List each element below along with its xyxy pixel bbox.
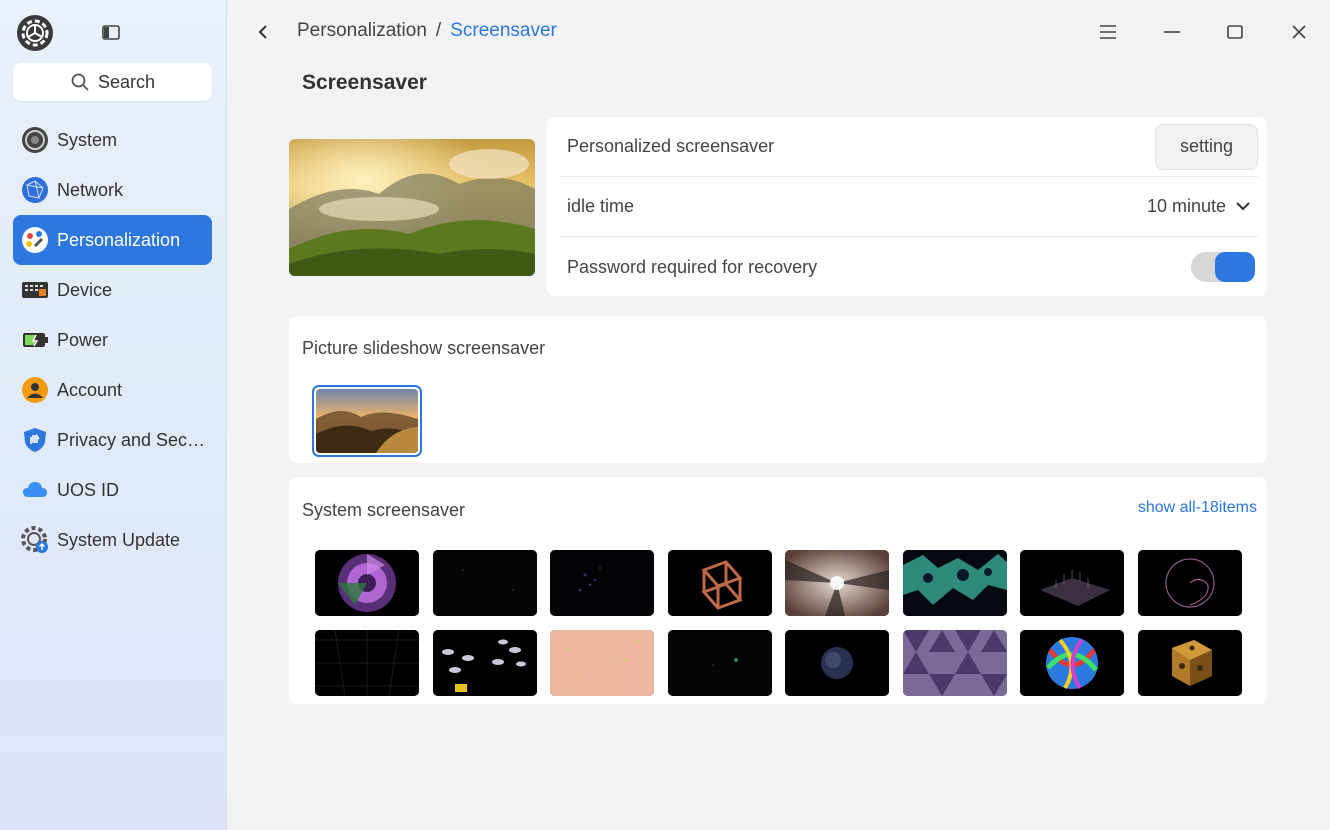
system-screensaver-panel: System screensaver show all-18items xyxy=(289,477,1267,704)
system-screensaver-title: System screensaver xyxy=(302,500,466,520)
password-required-label: Password required for recovery xyxy=(567,256,818,277)
idle-time-row: idle time 10 minute xyxy=(560,177,1258,237)
idle-time-dropdown[interactable]: 10 minute xyxy=(1147,196,1258,217)
slideshow-thumbnail-image xyxy=(316,389,418,453)
sidebar-item-system[interactable]: System xyxy=(13,115,212,165)
power-icon xyxy=(20,325,50,355)
back-button[interactable] xyxy=(250,18,276,46)
screensaver-thumbnail[interactable] xyxy=(902,550,1007,616)
maximize-icon xyxy=(1227,25,1243,39)
chevron-left-icon xyxy=(258,25,267,39)
chevron-down-icon xyxy=(1236,202,1250,211)
personalized-screensaver-label: Personalized screensaver xyxy=(567,136,775,156)
screensaver-thumbnail[interactable] xyxy=(550,550,654,616)
slideshow-title: Picture slideshow screensaver xyxy=(302,338,546,358)
privacy-shield-icon xyxy=(20,425,50,455)
screensaver-thumbnail[interactable] xyxy=(785,630,889,696)
menu-button[interactable] xyxy=(1094,18,1122,46)
sidebar-item-personalization[interactable]: Personalization xyxy=(13,215,212,265)
sidebar-item-network[interactable]: Network xyxy=(13,165,212,215)
slideshow-thumbnail[interactable] xyxy=(312,385,422,457)
network-icon xyxy=(20,175,50,205)
personalization-icon xyxy=(20,225,50,255)
personalized-screensaver-row: Personalized screensaver setting xyxy=(560,117,1258,177)
sidebar-item-power[interactable]: Power xyxy=(13,315,212,365)
device-icon xyxy=(20,275,50,305)
page-title: Screensaver xyxy=(302,71,427,94)
breadcrumb-separator: / xyxy=(435,20,442,41)
screensaver-thumbnail[interactable] xyxy=(315,630,419,696)
screensaver-thumbnail[interactable] xyxy=(667,630,772,696)
screensaver-thumbnail[interactable] xyxy=(667,550,772,616)
password-required-toggle[interactable] xyxy=(1191,252,1255,282)
breadcrumb-current: Screensaver xyxy=(450,20,557,41)
close-icon xyxy=(1292,25,1306,39)
screensaver-thumbnail[interactable] xyxy=(1137,630,1242,696)
password-required-row: Password required for recovery xyxy=(560,237,1258,297)
search-icon xyxy=(71,73,89,91)
search-input[interactable]: Search xyxy=(13,63,212,101)
screensaver-thumbnail[interactable] xyxy=(432,550,537,616)
screensaver-thumbnail[interactable] xyxy=(1020,550,1124,616)
idle-time-value: 10 minute xyxy=(1146,196,1226,216)
account-icon xyxy=(20,375,50,405)
sidebar: Search System Network Personalization De… xyxy=(0,0,227,830)
screensaver-grid xyxy=(315,550,1242,696)
screensaver-thumbnail[interactable] xyxy=(1137,550,1242,616)
screensaver-settings-card: Personalized screensaver setting idle ti… xyxy=(547,117,1267,296)
screensaver-preview-image xyxy=(289,139,535,276)
setting-button[interactable]: setting xyxy=(1155,123,1258,170)
breadcrumb: Personalization / Screensaver xyxy=(297,20,557,42)
sidebar-item-device[interactable]: Device xyxy=(13,265,212,315)
sidebar-item-privacy[interactable]: Privacy and Sec… xyxy=(13,415,212,465)
breadcrumb-parent[interactable]: Personalization xyxy=(297,20,427,42)
sidebar-nav: System Network Personalization Device Po… xyxy=(13,115,212,565)
screensaver-thumbnail[interactable] xyxy=(315,550,419,616)
sidebar-item-uos-id[interactable]: UOS ID xyxy=(13,465,212,515)
minimize-button[interactable] xyxy=(1158,18,1186,46)
search-placeholder: Search xyxy=(97,71,156,92)
picture-slideshow-panel: Picture slideshow screensaver xyxy=(289,316,1267,463)
screensaver-thumbnail[interactable] xyxy=(1020,630,1124,696)
screensaver-thumbnail[interactable] xyxy=(550,630,654,696)
cloud-icon xyxy=(20,475,50,505)
sidebar-item-account[interactable]: Account xyxy=(13,365,212,415)
close-button[interactable] xyxy=(1285,18,1313,46)
system-icon xyxy=(20,125,50,155)
system-update-icon xyxy=(20,525,50,555)
sidebar-item-system-update[interactable]: System Update xyxy=(13,515,212,565)
idle-time-label: idle time xyxy=(567,196,635,216)
screensaver-thumbnail[interactable] xyxy=(902,630,1007,696)
maximize-button[interactable] xyxy=(1221,18,1249,46)
minimize-icon xyxy=(1164,31,1180,33)
show-all-link[interactable]: show all-18items xyxy=(1138,499,1257,517)
sidebar-toggle-icon[interactable] xyxy=(102,25,120,40)
hamburger-menu-icon xyxy=(1100,25,1116,39)
screensaver-thumbnail[interactable] xyxy=(785,550,889,616)
control-center-gear-icon[interactable] xyxy=(16,14,54,52)
toggle-knob xyxy=(1215,252,1255,282)
screensaver-thumbnail[interactable] xyxy=(432,630,537,696)
